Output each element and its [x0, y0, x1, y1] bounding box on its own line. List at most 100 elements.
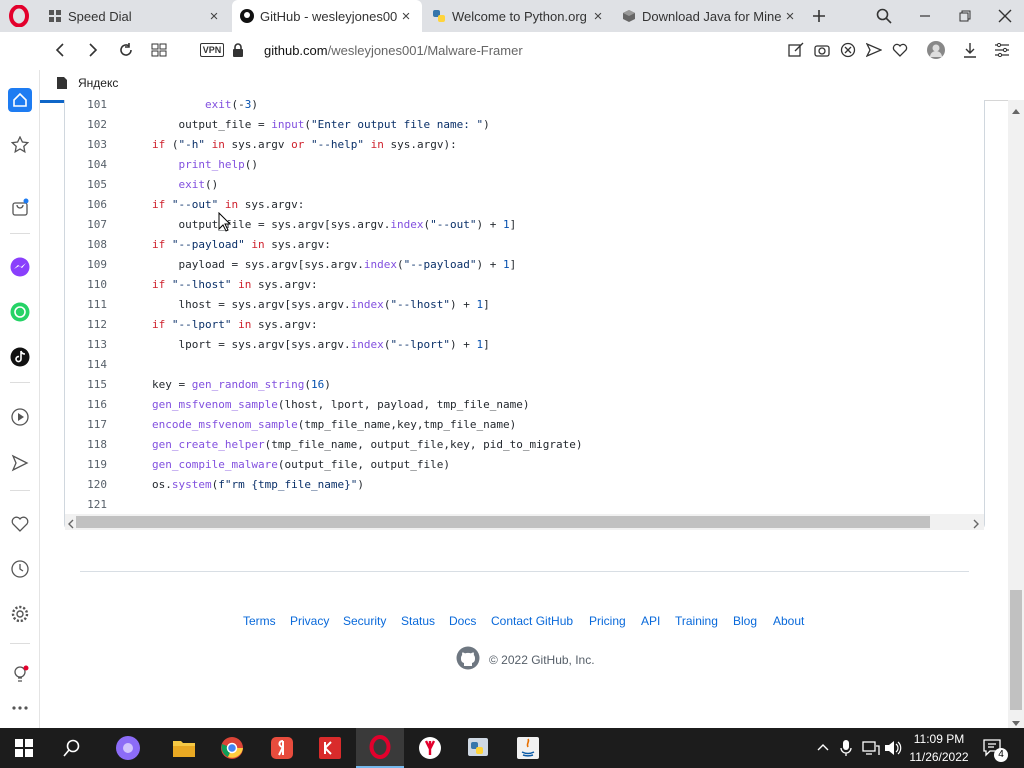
close-window-icon[interactable] [990, 0, 1020, 32]
kaspersky-icon[interactable] [306, 728, 354, 768]
footer-link-status[interactable]: Status [401, 614, 435, 628]
line-number[interactable]: 120 [65, 475, 107, 495]
clock-date[interactable]: 11/26/2022 [908, 750, 970, 764]
bookmark-yandex[interactable]: Яндекс [78, 76, 118, 90]
file-explorer-icon[interactable] [160, 728, 208, 768]
tab-github[interactable]: GitHub - wesleyjones001/ × [232, 0, 422, 32]
restore-icon[interactable] [950, 0, 980, 32]
tiktok-icon[interactable] [8, 345, 32, 369]
close-tab-icon[interactable]: × [398, 8, 414, 25]
forward-icon[interactable] [83, 40, 103, 60]
line-number[interactable]: 104 [65, 155, 107, 175]
tab-speed-dial[interactable]: Speed Dial × [40, 0, 230, 32]
reload-icon[interactable] [116, 40, 136, 60]
profile-avatar-icon[interactable] [926, 40, 946, 60]
footer-link-api[interactable]: API [641, 614, 660, 628]
line-number[interactable]: 102 [65, 115, 107, 135]
bookmarks-star-icon[interactable] [8, 133, 32, 157]
alice-assistant-icon[interactable] [104, 728, 152, 768]
search-tabs-icon[interactable] [869, 0, 899, 32]
footer-link-terms[interactable]: Terms [243, 614, 276, 628]
yandex-browser-icon[interactable] [258, 728, 306, 768]
close-tab-icon[interactable]: × [206, 8, 222, 25]
line-number[interactable]: 106 [65, 195, 107, 215]
footer-link-pricing[interactable]: Pricing [589, 614, 626, 628]
adblock-icon[interactable] [838, 40, 858, 60]
python-idle-icon[interactable] [454, 728, 502, 768]
close-tab-icon[interactable]: × [590, 8, 606, 25]
pinboards-heart-icon[interactable] [8, 512, 32, 536]
url-field[interactable]: github.com/wesleyjones001/Malware-Framer [264, 43, 523, 58]
opera-logo-icon[interactable] [8, 4, 30, 28]
line-number[interactable]: 118 [65, 435, 107, 455]
line-number[interactable]: 115 [65, 375, 107, 395]
scroll-up-icon[interactable] [1011, 103, 1021, 114]
easy-setup-icon[interactable] [992, 40, 1012, 60]
scroll-left-icon[interactable] [67, 517, 75, 529]
lightbulb-tips-icon[interactable] [8, 662, 32, 686]
minimize-icon[interactable] [910, 0, 940, 32]
footer-link-training[interactable]: Training [675, 614, 718, 628]
my-flow-icon[interactable] [8, 451, 32, 475]
vertical-scroll-thumb[interactable] [1010, 590, 1022, 710]
volume-icon[interactable] [884, 740, 902, 756]
scroll-down-icon[interactable] [1011, 716, 1021, 726]
line-number[interactable]: 114 [65, 355, 107, 375]
java-icon[interactable] [504, 728, 552, 768]
code-viewer[interactable]: 101 exit(-3) 102 output_file = input("Ent… [64, 98, 985, 530]
settings-gear-icon[interactable] [8, 602, 32, 626]
line-number[interactable]: 121 [65, 495, 107, 515]
footer-link-blog[interactable]: Blog [733, 614, 757, 628]
github-logo-icon[interactable] [456, 646, 480, 670]
footer-link-security[interactable]: Security [343, 614, 386, 628]
snapshot-camera-icon[interactable] [812, 40, 832, 60]
more-dots-icon[interactable] [8, 696, 32, 720]
lock-icon[interactable] [232, 42, 244, 58]
line-number[interactable]: 112 [65, 315, 107, 335]
tab-python[interactable]: Welcome to Python.org × [424, 0, 614, 32]
line-number[interactable]: 117 [65, 415, 107, 435]
line-number[interactable]: 105 [65, 175, 107, 195]
footer-link-contact-github[interactable]: Contact GitHub [491, 614, 573, 628]
line-number[interactable]: 113 [65, 335, 107, 355]
send-icon[interactable] [864, 40, 884, 60]
vpn-badge[interactable]: VPN [200, 43, 224, 57]
chrome-icon[interactable] [208, 728, 256, 768]
shopping-bag-icon[interactable] [8, 195, 32, 219]
heart-icon[interactable] [890, 40, 910, 60]
tab-java[interactable]: Download Java for Minec × [614, 0, 806, 32]
line-number[interactable]: 103 [65, 135, 107, 155]
line-number[interactable]: 116 [65, 395, 107, 415]
clock-time[interactable]: 11:09 PM [908, 732, 970, 746]
line-number[interactable]: 108 [65, 235, 107, 255]
taskbar-search-icon[interactable] [48, 728, 96, 768]
scroll-right-icon[interactable] [972, 517, 980, 529]
line-number[interactable]: 119 [65, 455, 107, 475]
new-tab-icon[interactable] [804, 0, 834, 32]
edit-share-icon[interactable] [786, 40, 806, 60]
line-number[interactable]: 107 [65, 215, 107, 235]
footer-link-privacy[interactable]: Privacy [290, 614, 329, 628]
line-number[interactable]: 110 [65, 275, 107, 295]
messenger-icon[interactable] [8, 255, 32, 279]
footer-link-about[interactable]: About [773, 614, 804, 628]
microphone-icon[interactable] [840, 739, 852, 757]
windows-start-icon[interactable] [0, 728, 48, 768]
yandex-icon[interactable] [406, 728, 454, 768]
back-icon[interactable] [50, 40, 70, 60]
footer-link-docs[interactable]: Docs [449, 614, 476, 628]
speed-dial-home-icon[interactable] [8, 88, 32, 112]
download-icon[interactable] [960, 40, 980, 60]
whatsapp-icon[interactable] [8, 300, 32, 324]
opera-taskbar-icon[interactable] [356, 728, 404, 768]
line-number[interactable]: 109 [65, 255, 107, 275]
player-icon[interactable] [8, 405, 32, 429]
line-number[interactable]: 101 [65, 95, 107, 115]
close-tab-icon[interactable]: × [782, 8, 798, 25]
tray-chevron-up-icon[interactable] [816, 740, 830, 754]
history-clock-icon[interactable] [8, 557, 32, 581]
horizontal-scroll-thumb[interactable] [76, 516, 930, 528]
tabs-overview-icon[interactable] [149, 40, 169, 60]
line-number[interactable]: 111 [65, 295, 107, 315]
network-icon[interactable] [862, 740, 880, 756]
